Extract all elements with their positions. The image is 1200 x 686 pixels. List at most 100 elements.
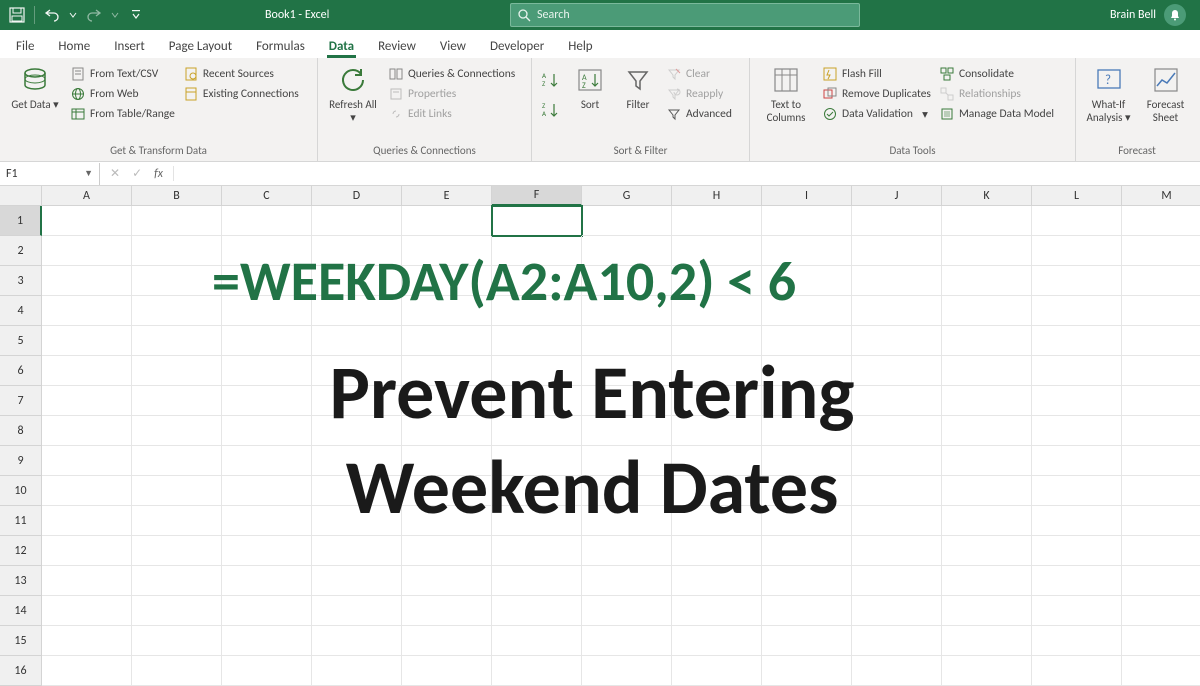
cell-L11[interactable]	[1032, 506, 1122, 536]
cell-J5[interactable]	[852, 326, 942, 356]
cell-B11[interactable]	[132, 506, 222, 536]
cell-A12[interactable]	[42, 536, 132, 566]
cell-M6[interactable]	[1122, 356, 1200, 386]
column-header-H[interactable]: H	[672, 186, 762, 206]
cell-I11[interactable]	[762, 506, 852, 536]
row-header-5[interactable]: 5	[0, 326, 42, 356]
get-data-button[interactable]: Get Data ▾	[8, 62, 62, 111]
cell-B13[interactable]	[132, 566, 222, 596]
reapply-button[interactable]: Reapply	[666, 86, 732, 102]
cell-L8[interactable]	[1032, 416, 1122, 446]
column-header-F[interactable]: F	[492, 186, 582, 206]
fx-icon[interactable]: fx	[154, 167, 163, 181]
cell-H16[interactable]	[672, 656, 762, 686]
cell-F7[interactable]	[492, 386, 582, 416]
relationships-button[interactable]: Relationships	[939, 86, 1054, 102]
column-header-G[interactable]: G	[582, 186, 672, 206]
cell-A1[interactable]	[42, 206, 132, 236]
cell-E7[interactable]	[402, 386, 492, 416]
cell-G4[interactable]	[582, 296, 672, 326]
cell-E6[interactable]	[402, 356, 492, 386]
cell-K13[interactable]	[942, 566, 1032, 596]
column-header-D[interactable]: D	[312, 186, 402, 206]
row-header-15[interactable]: 15	[0, 626, 42, 656]
cell-M7[interactable]	[1122, 386, 1200, 416]
queries-connections-button[interactable]: Queries & Connections	[388, 66, 515, 82]
cell-I10[interactable]	[762, 476, 852, 506]
cell-B5[interactable]	[132, 326, 222, 356]
cell-G14[interactable]	[582, 596, 672, 626]
cell-L6[interactable]	[1032, 356, 1122, 386]
cell-F12[interactable]	[492, 536, 582, 566]
qat-customize-icon[interactable]	[127, 6, 145, 24]
cell-B12[interactable]	[132, 536, 222, 566]
cell-E5[interactable]	[402, 326, 492, 356]
cell-E1[interactable]	[402, 206, 492, 236]
cell-J11[interactable]	[852, 506, 942, 536]
cell-K11[interactable]	[942, 506, 1032, 536]
manage-data-model-button[interactable]: Manage Data Model	[939, 106, 1054, 122]
cell-I7[interactable]	[762, 386, 852, 416]
cell-C3[interactable]	[222, 266, 312, 296]
cell-L10[interactable]	[1032, 476, 1122, 506]
cell-G2[interactable]	[582, 236, 672, 266]
consolidate-button[interactable]: Consolidate	[939, 66, 1054, 82]
cell-D3[interactable]	[312, 266, 402, 296]
cell-L2[interactable]	[1032, 236, 1122, 266]
cell-L15[interactable]	[1032, 626, 1122, 656]
redo-dropdown-icon[interactable]	[111, 6, 119, 24]
cell-M2[interactable]	[1122, 236, 1200, 266]
cell-F1[interactable]	[492, 206, 582, 236]
cell-F16[interactable]	[492, 656, 582, 686]
row-header-10[interactable]: 10	[0, 476, 42, 506]
cell-D6[interactable]	[312, 356, 402, 386]
cell-G8[interactable]	[582, 416, 672, 446]
row-header-12[interactable]: 12	[0, 536, 42, 566]
from-web-button[interactable]: From Web	[70, 86, 175, 102]
cell-I4[interactable]	[762, 296, 852, 326]
cell-H1[interactable]	[672, 206, 762, 236]
cell-G16[interactable]	[582, 656, 672, 686]
cell-G12[interactable]	[582, 536, 672, 566]
cell-I2[interactable]	[762, 236, 852, 266]
cell-G6[interactable]	[582, 356, 672, 386]
cell-A9[interactable]	[42, 446, 132, 476]
cell-E3[interactable]	[402, 266, 492, 296]
cell-C8[interactable]	[222, 416, 312, 446]
cell-M12[interactable]	[1122, 536, 1200, 566]
cell-B14[interactable]	[132, 596, 222, 626]
cell-E12[interactable]	[402, 536, 492, 566]
sort-button[interactable]: AZ Sort	[570, 62, 610, 111]
cell-C16[interactable]	[222, 656, 312, 686]
cell-D1[interactable]	[312, 206, 402, 236]
row-header-2[interactable]: 2	[0, 236, 42, 266]
cell-F14[interactable]	[492, 596, 582, 626]
cell-J9[interactable]	[852, 446, 942, 476]
cell-D8[interactable]	[312, 416, 402, 446]
cell-J10[interactable]	[852, 476, 942, 506]
cell-M9[interactable]	[1122, 446, 1200, 476]
cell-K5[interactable]	[942, 326, 1032, 356]
cell-K2[interactable]	[942, 236, 1032, 266]
cell-D10[interactable]	[312, 476, 402, 506]
cell-J16[interactable]	[852, 656, 942, 686]
cell-E4[interactable]	[402, 296, 492, 326]
column-header-A[interactable]: A	[42, 186, 132, 206]
tab-page-layout[interactable]: Page Layout	[167, 33, 234, 58]
cell-J4[interactable]	[852, 296, 942, 326]
cell-K10[interactable]	[942, 476, 1032, 506]
from-text-csv-button[interactable]: From Text/CSV	[70, 66, 175, 82]
cell-L4[interactable]	[1032, 296, 1122, 326]
cell-G1[interactable]	[582, 206, 672, 236]
remove-duplicates-button[interactable]: Remove Duplicates	[822, 86, 931, 102]
cell-H10[interactable]	[672, 476, 762, 506]
cell-F11[interactable]	[492, 506, 582, 536]
cell-I16[interactable]	[762, 656, 852, 686]
row-header-4[interactable]: 4	[0, 296, 42, 326]
cell-F3[interactable]	[492, 266, 582, 296]
redo-icon[interactable]	[85, 6, 103, 24]
cell-K14[interactable]	[942, 596, 1032, 626]
cell-K12[interactable]	[942, 536, 1032, 566]
cell-K7[interactable]	[942, 386, 1032, 416]
cell-L3[interactable]	[1032, 266, 1122, 296]
